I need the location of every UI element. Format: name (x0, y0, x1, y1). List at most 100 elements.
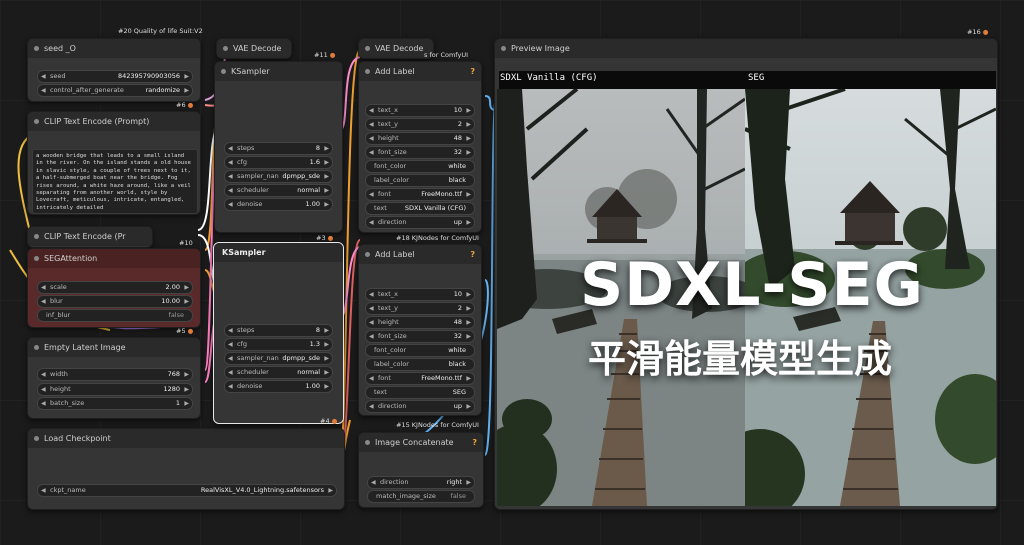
l1-text-x-label: text_x (378, 106, 398, 114)
seed-node-id: #6 ● (176, 101, 194, 109)
control-value: randomize (145, 86, 180, 94)
prompt-text-area[interactable]: a wooden bridge that leads to a small is… (32, 149, 198, 214)
image-concatenate-title: Image Concatenate? (359, 433, 483, 452)
l1-font-color-field[interactable]: font_color white (365, 160, 475, 173)
control-after-generate-widget[interactable]: ◀ control_after_generate randomize ▶ (37, 84, 193, 97)
l1-font-color-value: white (448, 162, 466, 170)
empty-latent-image-node[interactable]: Empty Latent Image ◀ width 768 ▶ ◀ height 128… (27, 337, 201, 419)
l1-text-field[interactable]: text SDXL Vanilla (CFG) (365, 202, 475, 215)
preview-image-title-text: Preview Image (511, 44, 570, 53)
l2-direction-widget[interactable]: ◀ direction up ▶ (365, 400, 475, 413)
ks2-cfg-widget[interactable]: ◀ cfg 1.3 ▶ (224, 338, 333, 351)
ks2-scheduler-widget[interactable]: ◀ scheduler normal ▶ (224, 366, 333, 379)
clip-positive-title: CLIP Text Encode (Prompt) (28, 112, 200, 131)
ks1-scheduler-widget[interactable]: ◀ scheduler normal ▶ (224, 184, 333, 197)
l2-text-y-value: 2 (457, 304, 462, 312)
width-widget[interactable]: ◀ width 768 ▶ (37, 368, 193, 381)
inf-blur-label: inf_blur (46, 311, 71, 319)
ks1-steps-widget[interactable]: ◀ steps 8 ▶ (224, 142, 333, 155)
ks1-steps-value: 8 (315, 144, 320, 152)
batch-size-label: batch_size (50, 399, 85, 407)
l1-label-color-value: black (448, 176, 466, 184)
l2-label-color-value: black (448, 360, 466, 368)
concat-direction-widget[interactable]: ◀ direction right ▶ (367, 476, 475, 489)
ckpt-name-widget[interactable]: ◀ ckpt_name RealVisXL_V4.0_Lightning.safet… (37, 484, 337, 497)
l2-text-field[interactable]: text SEG (365, 386, 475, 399)
match-image-size-toggle[interactable]: match_image_size false (367, 490, 475, 503)
l1-font-size-widget[interactable]: ◀ font_size 32 ▶ (365, 146, 475, 159)
preview-left-label: SDXL Vanilla (CFG) (500, 73, 598, 83)
l1-text-value: SDXL Vanilla (CFG) (404, 204, 466, 212)
l1-height-widget[interactable]: ◀ height 48 ▶ (365, 132, 475, 145)
clip-negative-id: #10 (179, 239, 193, 247)
batch-size-widget[interactable]: ◀ batch_size 1 ▶ (37, 397, 193, 410)
add-label-1-title: Add Label? (359, 62, 481, 81)
blur-widget[interactable]: ◀ blur 10.00 ▶ (37, 295, 193, 308)
l2-font-value: FreeMono.ttf (421, 374, 462, 382)
image-concatenate-node[interactable]: Image Concatenate? ◀ direction right ▶ matc… (358, 432, 484, 508)
image-concatenate-help-icon[interactable]: ? (472, 433, 477, 452)
add-label-node-2[interactable]: Add Label? ◀ text_x 10 ▶ ◀ text_y 2 ▶ ◀ height 4… (358, 244, 482, 416)
l1-text-y-widget[interactable]: ◀ text_y 2 ▶ (365, 118, 475, 131)
l2-font-size-value: 32 (453, 332, 462, 340)
l2-height-widget[interactable]: ◀ height 48 ▶ (365, 316, 475, 329)
vae-decode-2-title: VAE Decode (359, 39, 433, 58)
l2-font-widget[interactable]: ◀ font FreeMono.ttf ▶ (365, 372, 475, 385)
l2-text-x-label: text_x (378, 290, 398, 298)
l1-direction-widget[interactable]: ◀ direction up ▶ (365, 216, 475, 229)
ks2-cfg-value: 1.3 (309, 340, 320, 348)
add-label-2-title: Add Label? (359, 245, 481, 264)
seed-widget[interactable]: ◀ seed 842395790903056 ▶ (37, 70, 193, 83)
vae-decode-node-1[interactable]: VAE Decode (216, 38, 292, 59)
height-widget[interactable]: ◀ height 1280 ▶ (37, 383, 193, 396)
blur-value: 10.00 (161, 297, 180, 305)
add-label-2-help-icon[interactable]: ? (470, 245, 475, 264)
workflow-canvas[interactable]: #20 Quality of life Suit:V2 seed _O ◀ see… (0, 0, 1024, 545)
add-label-1-title-text: Add Label (375, 67, 415, 76)
seed-node[interactable]: seed _O ◀ seed 842395790903056 ▶ ◀ control_a… (27, 38, 201, 102)
l2-label-color-label: label_color (374, 360, 409, 368)
l2-text-label: text (374, 388, 387, 396)
l2-label-color-field[interactable]: label_color black (365, 358, 475, 371)
add-label-1-help-icon[interactable]: ? (470, 62, 475, 81)
ks2-sampler-value: dpmpp_sde (282, 354, 320, 362)
l2-text-x-widget[interactable]: ◀ text_x 10 ▶ (365, 288, 475, 301)
l2-text-y-widget[interactable]: ◀ text_y 2 ▶ (365, 302, 475, 315)
ks1-steps-label: steps (237, 144, 255, 152)
seg-attention-node[interactable]: SEGAttention ◀ scale 2.00 ▶ ◀ blur 10.00 ▶ inf… (27, 248, 201, 328)
ksampler-1-id: #3 ● (316, 234, 334, 242)
ks1-sampler-label: sampler_nan (237, 172, 279, 180)
seed-label: seed (50, 72, 66, 80)
ksampler-node-1[interactable]: KSampler ◀ steps 8 ▶ ◀ cfg 1.6 ▶ ◀ sampler_nan d… (214, 61, 343, 233)
l1-text-x-value: 10 (453, 106, 462, 114)
ckpt-name-value: RealVisXL_V4.0_Lightning.safetensors (200, 486, 324, 494)
vae-decode-node-2[interactable]: VAE Decode (358, 38, 434, 59)
ksampler-node-2[interactable]: KSampler ◀ steps 8 ▶ ◀ cfg 1.3 ▶ ◀ sampler_nan d… (213, 242, 344, 424)
scale-widget[interactable]: ◀ scale 2.00 ▶ (37, 281, 193, 294)
ks1-cfg-widget[interactable]: ◀ cfg 1.6 ▶ (224, 156, 333, 169)
l1-text-x-widget[interactable]: ◀ text_x 10 ▶ (365, 104, 475, 117)
empty-latent-title: Empty Latent Image (28, 338, 200, 357)
add-label-node-1[interactable]: Add Label? ◀ text_x 10 ▶ ◀ text_y 2 ▶ ◀ height 4… (358, 61, 482, 233)
ks2-denoise-widget[interactable]: ◀ denoise 1.00 ▶ (224, 380, 333, 393)
load-checkpoint-node[interactable]: Load Checkpoint ◀ ckpt_name RealVisXL_V4.0… (27, 428, 345, 510)
ks2-steps-widget[interactable]: ◀ steps 8 ▶ (224, 324, 333, 337)
inf-blur-toggle[interactable]: inf_blur false (37, 309, 193, 322)
l2-font-size-widget[interactable]: ◀ font_size 32 ▶ (365, 330, 475, 343)
clip-text-encode-positive-node[interactable]: CLIP Text Encode (Prompt) a wooden bridg… (27, 111, 201, 215)
clip-positive-title-text: CLIP Text Encode (Prompt) (44, 117, 150, 126)
l1-font-widget[interactable]: ◀ font FreeMono.ttf ▶ (365, 188, 475, 201)
inf-blur-value: false (168, 311, 184, 319)
l1-label-color-field[interactable]: label_color black (365, 174, 475, 187)
clip-text-encode-negative-node[interactable]: CLIP Text Encode (Pr (27, 226, 153, 248)
l1-text-y-value: 2 (457, 120, 462, 128)
l2-font-color-field[interactable]: font_color white (365, 344, 475, 357)
ks1-sampler-widget[interactable]: ◀ sampler_nan dpmpp_sde ▶ (224, 170, 333, 183)
l2-font-label: font (378, 374, 391, 382)
ks2-steps-label: steps (237, 326, 255, 334)
load-checkpoint-title-text: Load Checkpoint (44, 434, 111, 443)
ks2-sampler-widget[interactable]: ◀ sampler_nan dpmpp_sde ▶ (224, 352, 333, 365)
add-label-1-id: #18 KJNodes for ComfyUI (396, 234, 479, 242)
ks1-denoise-widget[interactable]: ◀ denoise 1.00 ▶ (224, 198, 333, 211)
clip-negative-title: CLIP Text Encode (Pr (28, 227, 152, 246)
